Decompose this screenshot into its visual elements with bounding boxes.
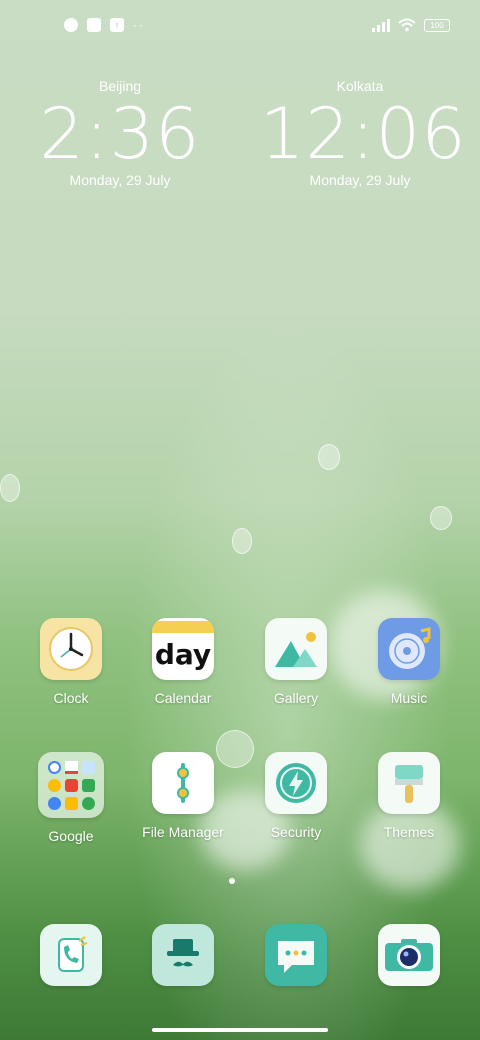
file-manager-icon: [152, 752, 214, 814]
home-gesture-bar[interactable]: [152, 1028, 328, 1032]
contacts-icon: [152, 924, 214, 986]
clock-widget-kolkata[interactable]: Kolkata 12:06 Monday, 29 July: [260, 78, 467, 188]
messages-icon: [265, 924, 327, 986]
app-label: Gallery: [273, 690, 319, 706]
calendar-icon: day: [152, 618, 214, 680]
clock-icon: [40, 618, 102, 680]
music-icon: [378, 618, 440, 680]
app-label: Clock: [53, 690, 89, 706]
water-drop: [0, 474, 20, 502]
signal-icon: [372, 18, 390, 32]
app-file-manager[interactable]: File Manager: [128, 752, 238, 840]
app-security[interactable]: Security: [241, 752, 351, 840]
calendar-icon-text: day: [154, 638, 212, 671]
dock-phone[interactable]: [16, 924, 126, 986]
battery-icon: 100: [424, 18, 450, 32]
app-label: Calendar: [154, 690, 212, 706]
app-calendar[interactable]: day Calendar: [128, 618, 238, 706]
status-bar: ↑ ·· 100: [0, 14, 480, 42]
dock-contacts[interactable]: [128, 924, 238, 986]
app-gallery[interactable]: Gallery: [241, 618, 351, 706]
app-themes[interactable]: Themes: [354, 752, 464, 840]
time-display: 2:36: [39, 93, 201, 175]
square-notification-icon: [87, 18, 101, 32]
city-label: Beijing: [98, 78, 142, 94]
dock-camera[interactable]: [354, 924, 464, 986]
app-google-folder[interactable]: Google: [16, 752, 126, 844]
gallery-icon: [265, 618, 327, 680]
phone-icon: [40, 924, 102, 986]
google-folder-icon: [38, 752, 104, 818]
more-notifications-indicator: ··: [133, 18, 145, 32]
status-left: ↑ ··: [64, 18, 145, 32]
page-indicator[interactable]: [229, 878, 235, 884]
themes-icon: [378, 752, 440, 814]
clock-widget-beijing[interactable]: Beijing 2:36 Monday, 29 July: [20, 78, 220, 188]
app-label: Google: [48, 828, 94, 844]
city-label: Kolkata: [336, 78, 384, 94]
wifi-icon: [398, 18, 416, 32]
security-icon: [265, 752, 327, 814]
app-label: Security: [270, 824, 322, 840]
water-drop: [318, 444, 340, 470]
app-clock[interactable]: Clock: [16, 618, 126, 706]
time-display: 12:06: [260, 93, 467, 175]
status-right: 100: [372, 18, 450, 32]
app-notification-icon: [64, 18, 78, 32]
upload-notification-icon: ↑: [110, 18, 124, 32]
app-label: Themes: [383, 824, 435, 840]
camera-icon: [378, 924, 440, 986]
app-label: Music: [390, 690, 428, 706]
water-drop: [430, 506, 452, 530]
app-label: File Manager: [142, 824, 224, 840]
dock-messages[interactable]: [241, 924, 351, 986]
water-drop: [232, 528, 252, 554]
app-music[interactable]: Music: [354, 618, 464, 706]
